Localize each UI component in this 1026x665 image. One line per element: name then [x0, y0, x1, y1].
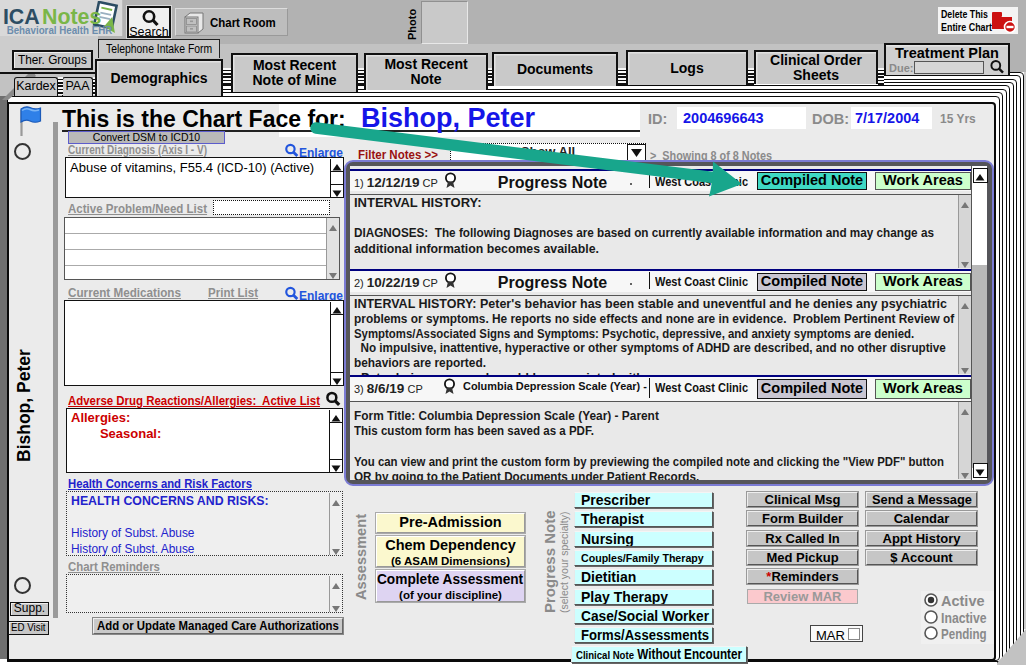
svg-text:Behavioral Health EHR: Behavioral Health EHR: [7, 25, 113, 36]
